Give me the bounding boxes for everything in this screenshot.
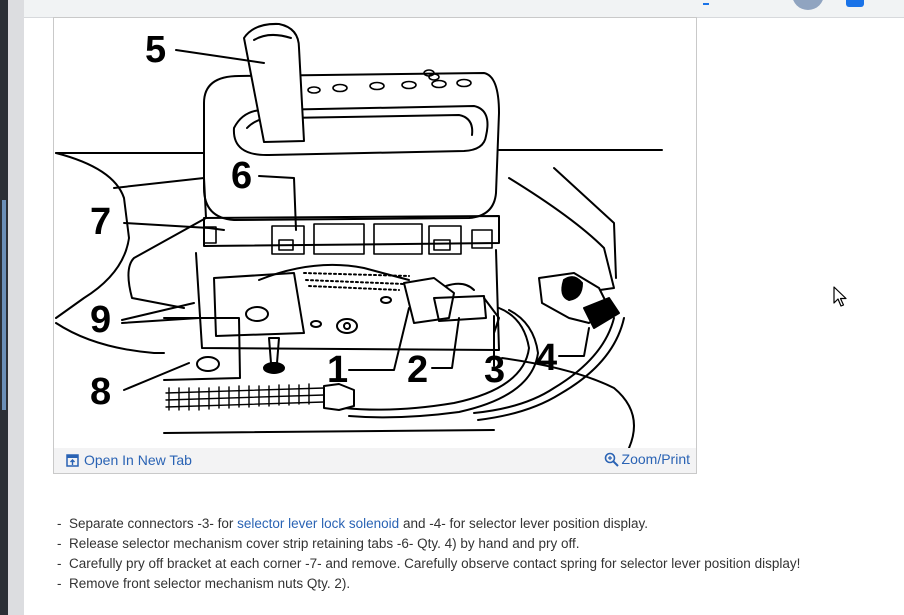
- calendar-add-icon[interactable]: [846, 0, 864, 7]
- figure-toolbar: Open In New Tab Zoom/Print: [54, 448, 696, 473]
- callout-3: 3: [484, 349, 505, 391]
- toolbar-icon[interactable]: [703, 0, 709, 5]
- open-in-new-tab-icon: [66, 453, 79, 467]
- step-item: - Separate connectors -3- for selector l…: [57, 516, 649, 531]
- diagram-figure: 5 6 7 9 8 1 2 3 4 Open In New Tab Zoom/P…: [53, 17, 697, 474]
- zoom-print-label: Zoom/Print: [621, 451, 690, 467]
- toolbar-cutoff: [24, 0, 904, 18]
- callout-4: 4: [536, 337, 557, 379]
- callout-2: 2: [407, 349, 428, 391]
- procedure-steps: - Separate connectors -3- for selector l…: [57, 514, 887, 594]
- step-text: Release selector mechanism cover strip r…: [69, 536, 580, 551]
- window-edge: [0, 0, 8, 615]
- selector-mechanism-diagram[interactable]: 5 6 7 9 8 1 2 3 4: [54, 18, 696, 448]
- callout-7: 7: [90, 201, 111, 243]
- callout-1: 1: [327, 349, 348, 391]
- step-text: Carefully pry off bracket at each corner…: [69, 556, 801, 571]
- mouse-pointer-icon: [833, 286, 847, 307]
- left-margin: [8, 0, 24, 615]
- open-in-new-tab-label: Open In New Tab: [84, 452, 192, 468]
- step-text: and -4- for selector lever position disp…: [399, 516, 649, 531]
- callout-6: 6: [231, 155, 252, 197]
- callout-9: 9: [90, 299, 111, 341]
- magnifier-zoom-icon: [604, 452, 619, 467]
- step-item: - Carefully pry off bracket at each corn…: [57, 556, 801, 571]
- callout-5: 5: [145, 29, 166, 71]
- zoom-print-button[interactable]: Zoom/Print: [604, 451, 690, 467]
- avatar[interactable]: [792, 0, 824, 10]
- step-item: - Remove front selector mechanism nuts Q…: [57, 576, 351, 591]
- callout-8: 8: [90, 371, 111, 413]
- step-text: Separate connectors -3- for: [69, 516, 238, 531]
- step-item: - Release selector mechanism cover strip…: [57, 536, 580, 551]
- taskbar-highlight: [2, 200, 6, 410]
- open-in-new-tab-button[interactable]: Open In New Tab: [66, 452, 192, 468]
- selector-lever-lock-solenoid-link[interactable]: selector lever lock solenoid: [237, 516, 399, 531]
- step-text: Remove front selector mechanism nuts Qty…: [69, 576, 351, 591]
